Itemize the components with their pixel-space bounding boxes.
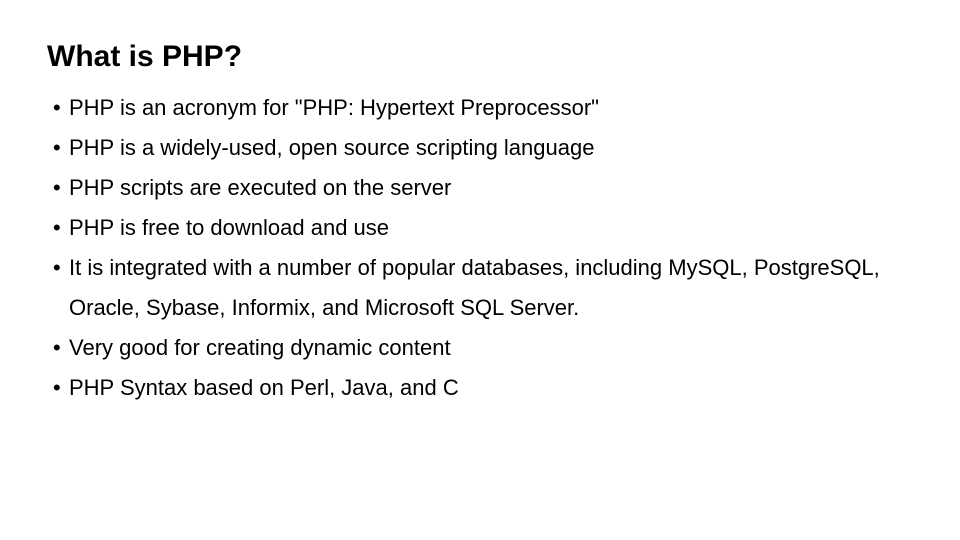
list-item-text: PHP is a widely-used, open source script… bbox=[69, 135, 595, 160]
list-item: • It is integrated with a number of popu… bbox=[47, 248, 917, 328]
list-item: • PHP is free to download and use bbox=[47, 208, 917, 248]
list-item-text: Very good for creating dynamic content bbox=[69, 335, 451, 360]
bullet-point-icon: • bbox=[53, 135, 61, 160]
bullet-point-icon: • bbox=[53, 215, 61, 240]
list-item-text: PHP Syntax based on Perl, Java, and C bbox=[69, 375, 459, 400]
slide-canvas: What is PHP? • PHP is an acronym for "PH… bbox=[0, 0, 960, 540]
list-item-text: PHP is free to download and use bbox=[69, 215, 390, 240]
bullet-point-icon: • bbox=[53, 375, 61, 400]
list-item-text: PHP scripts are executed on the server bbox=[69, 175, 452, 200]
page-title: What is PHP? bbox=[47, 40, 243, 73]
list-item: • PHP scripts are executed on the server bbox=[47, 168, 917, 208]
bullet-point-icon: • bbox=[53, 335, 61, 360]
list-item: • PHP Syntax based on Perl, Java, and C bbox=[47, 368, 917, 408]
list-item: • Very good for creating dynamic content bbox=[47, 328, 917, 368]
bullet-point-icon: • bbox=[53, 255, 61, 280]
list-item: • PHP is an acronym for "PHP: Hypertext … bbox=[47, 88, 917, 128]
bullet-list: • PHP is an acronym for "PHP: Hypertext … bbox=[47, 88, 917, 408]
bullet-point-icon: • bbox=[53, 95, 61, 120]
list-item-text: It is integrated with a number of popula… bbox=[69, 255, 880, 320]
bullet-point-icon: • bbox=[53, 175, 61, 200]
list-item-text: PHP is an acronym for "PHP: Hypertext Pr… bbox=[69, 95, 599, 120]
list-item: • PHP is a widely-used, open source scri… bbox=[47, 128, 917, 168]
